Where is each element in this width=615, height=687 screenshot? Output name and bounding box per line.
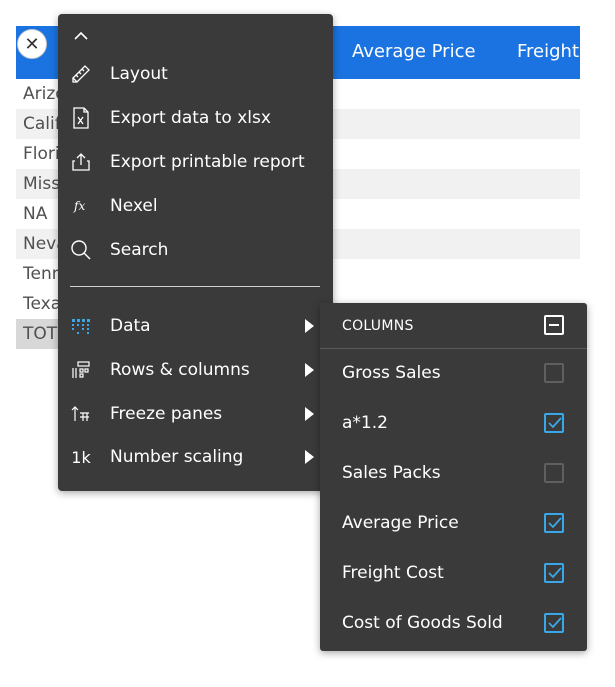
minus-icon [549, 324, 559, 326]
submenu-item-label: Data [110, 316, 151, 336]
column-option-label: Gross Sales [342, 363, 441, 383]
column-header-average-price[interactable]: Average Price [352, 41, 476, 62]
close-button[interactable]: ✕ [17, 29, 47, 59]
menu-item-label: Search [110, 240, 169, 260]
submenu-item-number-scaling[interactable]: 1k Number scaling [58, 437, 333, 477]
menu-item-export-report[interactable]: Export printable report [58, 142, 333, 182]
column-option-label: Sales Packs [342, 463, 441, 483]
submenu-item-label: Rows & columns [110, 360, 250, 380]
chevron-right-icon [305, 407, 314, 421]
column-option-sales-packs[interactable]: Sales Packs [320, 449, 587, 499]
column-option-a-1-2[interactable]: a*1.2 [320, 399, 587, 449]
column-option-average-price[interactable]: Average Price [320, 499, 587, 549]
chevron-right-icon [305, 450, 314, 464]
collapse-all-button[interactable] [544, 315, 564, 335]
checkmark-icon [548, 567, 562, 579]
submenu-item-rows-columns[interactable]: Rows & columns [58, 350, 333, 390]
data-grid-icon [70, 315, 92, 337]
row-label: NA [23, 204, 48, 224]
row-label: Tenn [23, 264, 63, 284]
share-export-icon [70, 151, 92, 173]
chevron-right-icon [305, 319, 314, 333]
menu-item-label: Layout [110, 64, 168, 84]
checkmark-icon [548, 617, 562, 629]
column-option-label: a*1.2 [342, 413, 388, 433]
column-header-freight[interactable]: Freight [517, 41, 579, 62]
row-label: Flori [23, 144, 60, 164]
context-menu: Layout Export data to xlsx Export printa… [58, 14, 333, 491]
menu-item-label: Export data to xlsx [110, 108, 271, 128]
checkbox[interactable] [544, 463, 564, 483]
submenu-item-data[interactable]: Data [58, 306, 333, 346]
row-label: Miss [23, 174, 61, 194]
chevron-right-icon [305, 363, 314, 377]
rows-columns-icon [70, 359, 92, 381]
layout-icon [70, 63, 92, 85]
checkmark-icon [548, 517, 562, 529]
search-icon [70, 239, 92, 261]
row-label: Calif [23, 114, 61, 134]
menu-item-label: Nexel [110, 196, 158, 216]
menu-item-layout[interactable]: Layout [58, 54, 333, 94]
close-icon: ✕ [24, 33, 40, 55]
checkbox[interactable] [544, 513, 564, 533]
menu-item-label: Export printable report [110, 152, 305, 172]
chevron-up-icon[interactable] [72, 27, 90, 45]
freeze-panes-icon [70, 403, 92, 425]
checkbox[interactable] [544, 413, 564, 433]
column-option-label: Freight Cost [342, 563, 444, 583]
xlsx-file-icon [70, 107, 92, 129]
menu-item-nexel[interactable]: fx Nexel [58, 186, 333, 226]
column-option-gross-sales[interactable]: Gross Sales [320, 349, 587, 399]
fx-icon: fx [70, 195, 92, 217]
checkbox[interactable] [544, 363, 564, 383]
checkmark-icon [548, 417, 562, 429]
menu-item-search[interactable]: Search [58, 230, 333, 270]
menu-item-export-xlsx[interactable]: Export data to xlsx [58, 98, 333, 138]
column-option-label: Average Price [342, 513, 459, 533]
submenu-item-label: Number scaling [110, 447, 244, 467]
columns-panel-header: COLUMNS [320, 303, 587, 349]
columns-panel: COLUMNS Gross Sales a*1.2 Sales Packs Av… [320, 303, 587, 651]
row-label: TOT [23, 324, 58, 344]
submenu-item-label: Freeze panes [110, 404, 223, 424]
checkbox[interactable] [544, 563, 564, 583]
menu-divider [70, 286, 320, 287]
columns-panel-title: COLUMNS [342, 318, 414, 334]
column-option-label: Cost of Goods Sold [342, 613, 503, 633]
column-option-freight-cost[interactable]: Freight Cost [320, 549, 587, 599]
checkbox[interactable] [544, 613, 564, 633]
column-option-cost-of-goods-sold[interactable]: Cost of Goods Sold [320, 599, 587, 649]
number-scaling-icon: 1k [71, 447, 91, 467]
submenu-item-freeze-panes[interactable]: Freeze panes [58, 394, 333, 434]
svg-text:fx: fx [73, 199, 85, 213]
row-label: Texa [23, 294, 62, 314]
